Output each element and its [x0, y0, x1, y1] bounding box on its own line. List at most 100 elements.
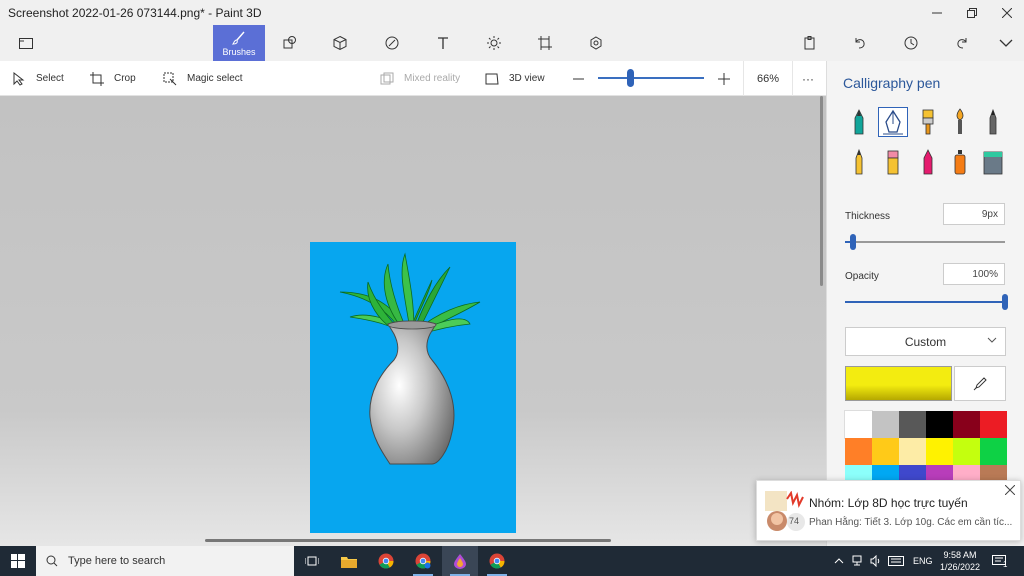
language-indicator[interactable]: ENG [913, 546, 933, 576]
color-mode-value: Custom [904, 334, 947, 349]
task-view-button[interactable] [294, 546, 330, 576]
title-bar: Screenshot 2022-01-26 073144.png* - Pain… [0, 0, 1024, 25]
tab-3d-library[interactable] [576, 25, 616, 61]
notification-toast[interactable]: 74 Nhóm: Lớp 8D học trực tuyến Phan Hằng… [756, 480, 1021, 541]
toolbar: Select Crop Magic select Mixed reality 3… [0, 61, 826, 96]
search-icon [46, 555, 58, 567]
crayon-brush[interactable] [913, 147, 943, 177]
horizontal-scrollbar[interactable] [205, 539, 611, 542]
taskbar-file-explorer[interactable] [331, 546, 367, 576]
color-swatch[interactable] [953, 411, 980, 438]
color-swatch[interactable] [926, 411, 953, 438]
folder-icon [341, 556, 357, 568]
oil-brush[interactable] [913, 107, 943, 137]
vertical-scrollbar[interactable] [820, 96, 823, 286]
fill-bucket-brush[interactable] [978, 147, 1008, 177]
drawing-canvas[interactable] [310, 242, 516, 533]
taskbar-clock[interactable]: 9:58 AM 1/26/2022 [934, 549, 986, 573]
keyboard-tray-icon[interactable] [888, 546, 904, 576]
tab-2d-shapes[interactable] [270, 25, 310, 61]
marker-brush[interactable] [844, 107, 874, 137]
more-options-button[interactable]: ··· [802, 61, 814, 96]
watercolor-brush[interactable] [945, 107, 975, 137]
zoom-slider-track[interactable] [598, 77, 704, 79]
restore-button[interactable] [955, 0, 989, 25]
notification-close-button[interactable] [1004, 484, 1016, 498]
pixel-pen-brush[interactable] [978, 107, 1008, 137]
taskbar-chrome-2[interactable] [479, 546, 515, 576]
start-button[interactable] [0, 546, 36, 576]
current-color-preview[interactable] [845, 366, 952, 401]
view-3d-button[interactable]: 3D view [485, 61, 545, 96]
member-count-badge: 74 [789, 516, 800, 526]
tab-stickers[interactable] [372, 25, 412, 61]
opacity-slider-thumb[interactable] [1002, 294, 1008, 310]
select-button[interactable]: Select [12, 61, 64, 96]
action-center-button[interactable]: 1 [992, 546, 1007, 576]
color-swatch[interactable] [980, 438, 1007, 465]
tab-effects[interactable] [474, 25, 514, 61]
taskbar-chrome-1[interactable] [368, 546, 404, 576]
taskbar-search[interactable]: Type here to search [36, 546, 294, 576]
canvas-workspace[interactable] [0, 96, 826, 546]
color-swatch[interactable] [845, 438, 872, 465]
minimize-button[interactable] [920, 0, 954, 25]
color-swatch[interactable] [899, 411, 926, 438]
color-swatch[interactable] [844, 410, 873, 439]
opacity-slider-fill [845, 301, 1005, 303]
library-3d-icon [590, 36, 602, 50]
eyedropper-button[interactable] [954, 366, 1006, 401]
eraser-brush[interactable] [878, 147, 908, 177]
color-mode-dropdown[interactable]: Custom [845, 327, 1006, 356]
paste-button[interactable] [790, 25, 830, 61]
redo-button[interactable] [942, 25, 982, 61]
thickness-slider-track[interactable] [845, 241, 1005, 243]
calligraphy-pen-brush[interactable] [878, 107, 908, 137]
network-tray-icon[interactable] [852, 546, 864, 576]
color-swatch[interactable] [899, 438, 926, 465]
oil-brush-icon [922, 109, 934, 135]
history-button[interactable] [891, 25, 931, 61]
zoom-slider-thumb[interactable] [626, 69, 634, 87]
taskbar-chrome-profile[interactable] [405, 546, 441, 576]
zoom-out-button[interactable] [572, 61, 596, 96]
panel-title: Calligraphy pen [843, 75, 941, 91]
zoom-in-button[interactable] [717, 61, 741, 96]
tab-brushes[interactable]: Brushes [213, 25, 265, 61]
color-swatch[interactable] [872, 438, 899, 465]
menu-button[interactable] [6, 25, 46, 61]
paste-icon [804, 36, 815, 50]
spray-can-brush[interactable] [945, 147, 975, 177]
watercolor-icon [956, 108, 964, 134]
crop-button[interactable]: Crop [90, 61, 136, 96]
chevron-down-icon [999, 39, 1013, 47]
notification-title: Nhóm: Lớp 8D học trực tuyến [809, 496, 968, 510]
volume-tray-icon[interactable] [870, 546, 882, 576]
expand-ribbon-button[interactable] [986, 25, 1024, 61]
color-swatch[interactable] [980, 411, 1007, 438]
color-swatch[interactable] [953, 438, 980, 465]
tab-canvas[interactable] [525, 25, 565, 61]
opacity-input[interactable]: 100% [943, 263, 1005, 285]
mixed-reality-button[interactable]: Mixed reality [380, 61, 460, 96]
color-swatch[interactable] [926, 438, 953, 465]
view-3d-label: 3D view [509, 73, 545, 84]
color-swatch[interactable] [872, 411, 899, 438]
redo-icon [957, 38, 967, 49]
chrome-icon [489, 553, 505, 569]
zoom-level[interactable]: 66% [743, 61, 793, 96]
brushes-panel: Calligraphy pen Thickness 9px Opacity 10… [826, 61, 1024, 546]
minus-icon [573, 78, 584, 79]
search-placeholder: Type here to search [68, 555, 166, 567]
thickness-slider-thumb[interactable] [850, 234, 856, 250]
taskbar-paint3d[interactable] [442, 546, 478, 576]
thickness-input[interactable]: 9px [943, 203, 1005, 225]
show-hidden-icons-button[interactable] [834, 546, 844, 576]
undo-button[interactable] [840, 25, 880, 61]
tab-3d-shapes[interactable] [320, 25, 360, 61]
close-icon [1004, 484, 1016, 496]
pencil-brush[interactable] [844, 147, 874, 177]
tab-text[interactable] [423, 25, 463, 61]
close-button[interactable] [990, 0, 1024, 25]
magic-select-button[interactable]: Magic select [163, 61, 243, 96]
